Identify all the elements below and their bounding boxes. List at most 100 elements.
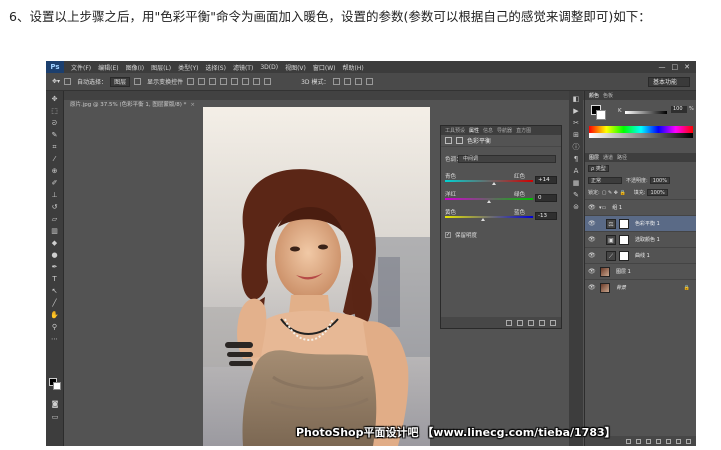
eye-icon[interactable]: 👁 (588, 236, 596, 243)
preserve-luminosity-checkbox[interactable]: ✓ 保留明度 (445, 231, 477, 239)
lock-icons[interactable]: ▢ ✎ ✥ 🔒 (602, 190, 626, 196)
path-select-icon[interactable]: ↖ (50, 287, 60, 295)
yellow-blue-thumb[interactable] (481, 218, 485, 221)
eye-icon[interactable]: 👁 (588, 268, 596, 275)
align-bottom-icon[interactable] (209, 78, 217, 85)
layer-row-group[interactable]: 👁 ▾▭ 组 1 (585, 199, 696, 215)
clone-source-icon[interactable]: ⊜ (572, 204, 580, 211)
document-tab[interactable]: 原片.jpg @ 37.5% (色彩平衡 1, 图层蒙版/8) * × (64, 91, 584, 108)
healing-icon[interactable]: ⊕ (50, 167, 60, 175)
distribute-2-icon[interactable] (264, 78, 272, 85)
align-middle-icon[interactable] (198, 78, 206, 85)
eye-icon[interactable]: 👁 (588, 284, 596, 291)
align-top-icon[interactable] (187, 78, 195, 85)
opacity-input[interactable]: 100% (649, 177, 670, 184)
workspace-dropdown[interactable]: 基本功能 (648, 77, 690, 87)
layer-row-selective-color[interactable]: 👁 ▣ 选取颜色 1 (585, 231, 696, 247)
tab-tool-presets[interactable]: 工具预设 (445, 127, 465, 134)
3d-roll-icon[interactable] (344, 78, 352, 85)
menu-3d[interactable]: 3D(D) (260, 64, 278, 71)
magenta-green-value[interactable]: 0 (535, 194, 557, 202)
yellow-blue-slider[interactable] (445, 216, 533, 218)
cyan-red-slider[interactable] (445, 180, 533, 182)
layer-mask-thumbnail[interactable] (619, 250, 629, 261)
cyan-red-thumb[interactable] (492, 182, 496, 185)
dodge-icon[interactable]: ● (50, 251, 60, 259)
menu-edit[interactable]: 编辑(E) (98, 63, 118, 72)
cyan-red-value[interactable]: +14 (535, 176, 557, 184)
delete-adjustment-icon[interactable] (550, 319, 556, 326)
tab-info[interactable]: 信息 (483, 127, 493, 134)
styles-icon[interactable]: ▦ (572, 180, 580, 187)
distribute-icon[interactable] (253, 78, 261, 85)
document-close-icon[interactable]: × (190, 102, 195, 108)
more-tools-icon[interactable]: ⋯ (50, 335, 60, 343)
lasso-icon[interactable]: ᘐ (50, 119, 60, 127)
align-right-icon[interactable] (242, 78, 250, 85)
align-center-icon[interactable] (231, 78, 239, 85)
quick-select-icon[interactable]: ✎ (50, 131, 60, 139)
3d-slide-icon[interactable] (366, 78, 374, 85)
eye-icon[interactable]: 👁 (588, 220, 596, 227)
move-icon[interactable]: ✥ (50, 95, 60, 103)
history-brush-icon[interactable]: ↺ (50, 203, 60, 211)
maximize-button[interactable]: □ (672, 63, 679, 71)
new-layer-icon[interactable] (676, 438, 681, 444)
adjustments-icon[interactable]: ⊞ (572, 132, 580, 139)
info-icon[interactable]: ⓘ (572, 144, 580, 151)
brush-preset-icon[interactable]: ✎ (572, 192, 580, 199)
quick-mask-icon[interactable]: ◙ (50, 400, 60, 408)
character-icon[interactable]: A (572, 168, 580, 175)
menu-type[interactable]: 类型(Y) (178, 63, 198, 72)
color-spectrum[interactable] (589, 126, 693, 133)
tab-color[interactable]: 颜色 (589, 92, 599, 99)
align-left-icon[interactable] (220, 78, 228, 85)
tab-swatches[interactable]: 色板 (603, 92, 613, 99)
move-tool-icon[interactable]: ✥▾ (52, 78, 60, 85)
blend-mode-dropdown[interactable]: 正常 (588, 177, 622, 184)
paragraph-icon[interactable]: ¶ (572, 156, 580, 163)
fx-icon[interactable] (636, 438, 641, 444)
menu-select[interactable]: 选择(S) (205, 63, 226, 72)
hand-icon[interactable]: ✋ (50, 311, 60, 319)
3d-rotate-icon[interactable] (333, 78, 341, 85)
menu-window[interactable]: 窗口(W) (313, 63, 336, 72)
menu-filter[interactable]: 滤镜(T) (233, 63, 253, 72)
blur-icon[interactable]: ◆ (50, 239, 60, 247)
tools-icon[interactable]: ✂ (572, 120, 580, 127)
link-layers-icon[interactable] (626, 438, 631, 444)
actions-icon[interactable]: ▶ (572, 108, 580, 115)
menu-file[interactable]: 文件(F) (71, 63, 91, 72)
magenta-green-thumb[interactable] (487, 200, 491, 203)
auto-select-dropdown[interactable]: 图层 (110, 76, 131, 87)
k-channel-value[interactable]: 100 (671, 106, 687, 113)
layer-mask-thumbnail[interactable] (619, 218, 629, 229)
tone-dropdown[interactable]: 中间调 (458, 155, 556, 163)
new-adjustment-icon[interactable] (656, 438, 661, 444)
close-button[interactable]: ✕ (684, 63, 690, 71)
brush-icon[interactable]: ✐ (50, 179, 60, 187)
zoom-icon[interactable]: ⚲ (50, 323, 60, 331)
color-background-swatch[interactable] (596, 110, 606, 120)
view-previous-icon[interactable] (517, 319, 523, 326)
menu-help[interactable]: 帮助(H) (343, 63, 364, 72)
tab-histogram[interactable]: 直方图 (516, 127, 531, 134)
crop-icon[interactable]: ⌗ (50, 143, 60, 151)
mask-icon[interactable] (456, 137, 463, 144)
shape-icon[interactable]: ╱ (50, 299, 60, 307)
layer-filter-dropdown[interactable]: ρ 类型 (588, 165, 609, 172)
layer-mask-thumbnail[interactable] (619, 234, 629, 245)
eyedropper-icon[interactable]: ⁄ (50, 155, 60, 163)
eye-icon[interactable]: 👁 (588, 204, 596, 211)
history-icon[interactable]: ◧ (572, 96, 580, 103)
eraser-icon[interactable]: ▱ (50, 215, 60, 223)
tab-navigator[interactable]: 导航器 (497, 127, 512, 134)
menu-view[interactable]: 视图(V) (285, 63, 306, 72)
layer-row-color-balance[interactable]: 👁 ⚖ 色彩平衡 1 (585, 215, 696, 231)
type-icon[interactable]: T (50, 275, 60, 283)
menu-image[interactable]: 图像(I) (126, 63, 144, 72)
tab-properties[interactable]: 属性 (469, 127, 479, 134)
grayscale-ramp[interactable] (589, 133, 693, 138)
layer-row-background[interactable]: 👁 背景 🔒 (585, 279, 696, 295)
tab-paths[interactable]: 路径 (617, 154, 627, 161)
